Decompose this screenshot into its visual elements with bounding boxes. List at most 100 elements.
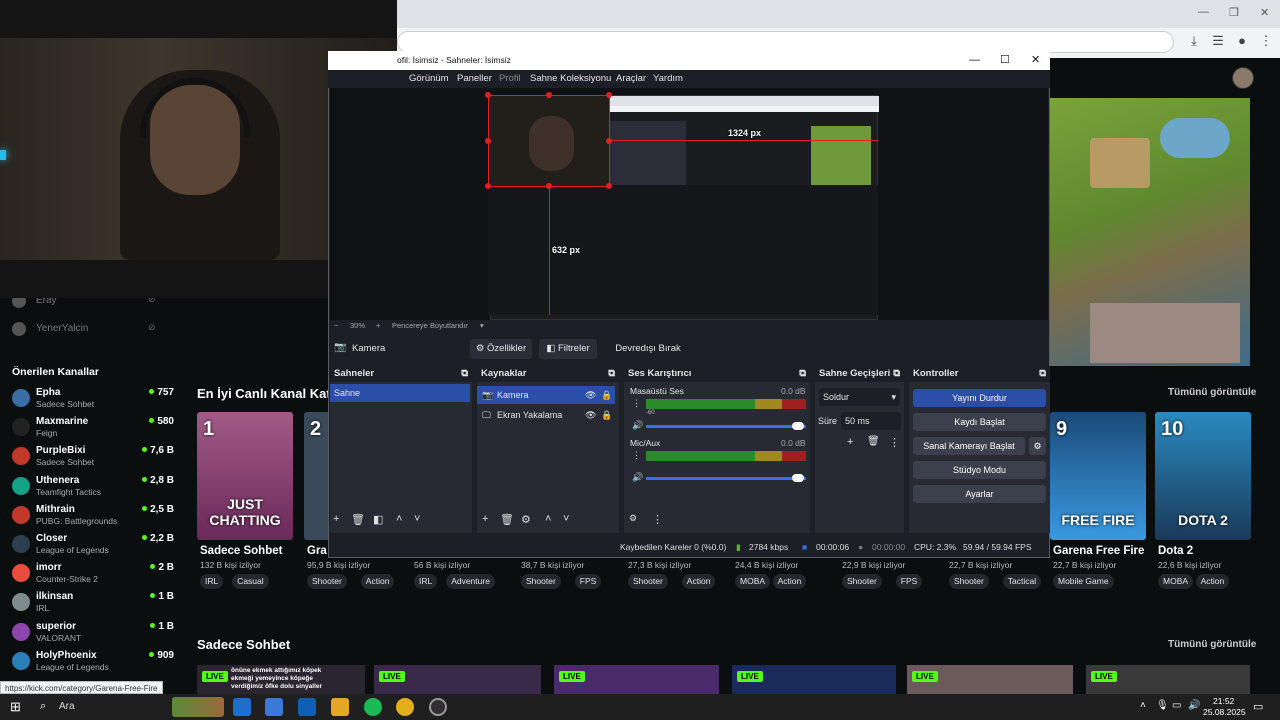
minimize-icon[interactable]: — xyxy=(969,51,980,70)
resize-handle[interactable] xyxy=(546,92,552,98)
menu-scene-collection[interactable]: Sahne Koleksiyonu xyxy=(530,70,611,88)
notification-icon[interactable]: ▭ xyxy=(1253,700,1263,713)
virtual-camera-button[interactable]: Sanal Kamerayı Başlat xyxy=(913,437,1025,455)
slider-handle[interactable] xyxy=(792,474,804,482)
menu-icon[interactable]: ⋮ xyxy=(632,398,641,409)
minimize-icon[interactable]: — xyxy=(1198,6,1209,18)
profile-icon[interactable]: ● xyxy=(1234,33,1250,49)
zoom-minus-icon[interactable]: − xyxy=(334,320,338,332)
speaker-icon[interactable]: 🔊 xyxy=(632,472,643,483)
selected-camera-source[interactable] xyxy=(485,92,612,189)
search-icon[interactable]: ⌕ xyxy=(40,700,46,713)
category-card[interactable]: 10 DOTA 2 xyxy=(1155,412,1251,540)
mic-icon[interactable]: 🎙 xyxy=(1156,700,1169,711)
category-tag[interactable]: Casual xyxy=(232,574,269,589)
live-stream-thumbnail[interactable]: LIVE xyxy=(374,665,541,694)
category-tag[interactable]: Shooter xyxy=(949,574,989,589)
category-card[interactable]: 1 JUST CHATTING xyxy=(197,412,293,540)
recommended-channel[interactable]: PurpleBixi Sadece Sohbet 7,6 B xyxy=(12,445,174,473)
undock-icon[interactable]: ⧉ xyxy=(608,366,615,382)
chrome-icon[interactable] xyxy=(396,698,414,716)
category-tag[interactable]: Mobile Game xyxy=(1053,574,1114,589)
undock-icon[interactable]: ⧉ xyxy=(1039,366,1046,382)
windows-start-icon[interactable]: ⊞ xyxy=(10,699,21,715)
lock-icon[interactable]: 🔒 xyxy=(601,406,612,424)
recommended-channel[interactable]: Maxmarine Feign 580 xyxy=(12,416,174,444)
category-card[interactable]: 9 FREE FIRE xyxy=(1050,412,1146,540)
chevron-down-icon[interactable]: ▾ xyxy=(480,320,484,332)
menu-help[interactable]: Yardım xyxy=(653,70,683,88)
stop-stream-button[interactable]: Yayını Durdur xyxy=(913,389,1046,407)
menu-icon[interactable]: ⋮ xyxy=(1258,33,1274,49)
chevron-down-icon[interactable]: ˅ xyxy=(414,513,420,525)
download-icon[interactable]: ⤓ xyxy=(1186,33,1202,49)
advanced-audio-icon[interactable]: ⚙ xyxy=(629,513,637,524)
taskbar-search[interactable]: Ara xyxy=(59,701,75,712)
resize-handle[interactable] xyxy=(606,138,612,144)
filter-icon[interactable]: ◧ xyxy=(373,513,383,526)
maximize-icon[interactable]: ☐ xyxy=(1000,51,1010,70)
category-tag[interactable]: IRL xyxy=(414,574,438,589)
category-tag[interactable]: Action xyxy=(772,574,807,589)
volume-slider[interactable] xyxy=(646,425,806,428)
volume-icon[interactable]: 🔊 xyxy=(1188,700,1200,711)
eye-icon[interactable]: 👁 xyxy=(585,386,596,404)
source-item[interactable]: 🖵 Ekran Yakalama 👁 🔒 xyxy=(477,406,615,424)
live-stream-thumbnail[interactable]: LIVE xyxy=(554,665,719,694)
media-icon[interactable]: ☰ xyxy=(1210,33,1226,49)
trash-icon[interactable]: 🗑 xyxy=(867,436,880,447)
start-recording-button[interactable]: Kaydı Başlat xyxy=(913,413,1046,431)
deactivate-button[interactable]: Devredışı Bırak xyxy=(603,339,693,359)
obs-preview[interactable]: 1324 px 632 px xyxy=(330,88,1048,320)
add-icon[interactable]: + xyxy=(333,513,339,525)
add-icon[interactable]: + xyxy=(482,513,488,525)
see-all-link[interactable]: Tümünü görüntüle xyxy=(1168,639,1256,650)
recommended-channel[interactable]: Closer League of Legends 2,2 B xyxy=(12,533,174,561)
slider-handle[interactable] xyxy=(792,422,804,430)
menu-icon[interactable]: ⋮ xyxy=(652,513,663,526)
category-tag[interactable]: Action xyxy=(681,574,716,589)
recommended-channel[interactable]: superior VALORANT 1 B xyxy=(12,621,174,649)
scene-item[interactable]: Sahne xyxy=(330,384,470,402)
category-tag[interactable]: Action xyxy=(360,574,395,589)
trash-icon[interactable]: 🗑 xyxy=(351,513,365,526)
recommended-channel[interactable]: Mithrain PUBG: Battlegrounds 2,5 B xyxy=(12,504,174,532)
undock-icon[interactable]: ⧉ xyxy=(799,366,806,382)
category-tag[interactable]: Tactical xyxy=(1002,574,1042,589)
studio-mode-button[interactable]: Stüdyo Modu xyxy=(913,461,1046,479)
chevron-up-icon[interactable]: ˄ xyxy=(396,513,402,525)
resize-handle[interactable] xyxy=(606,92,612,98)
user-avatar[interactable] xyxy=(1232,67,1254,89)
resize-handle[interactable] xyxy=(485,92,491,98)
category-title[interactable]: Dota 2 xyxy=(1158,545,1193,557)
undock-icon[interactable]: ⧉ xyxy=(893,366,900,382)
chevron-down-icon[interactable]: ˅ xyxy=(563,513,569,525)
edge-icon[interactable] xyxy=(233,698,251,716)
address-bar[interactable] xyxy=(397,31,1174,53)
zoom-fit-select[interactable]: Pencereye Boyutlandır xyxy=(392,320,468,332)
category-tag[interactable]: IRL xyxy=(200,574,224,589)
menu-icon[interactable]: ⋮ xyxy=(632,450,641,461)
network-icon[interactable]: ▭ xyxy=(1172,700,1181,711)
category-title[interactable]: Sadece Sohbet xyxy=(200,545,282,557)
menu-tools[interactable]: Araçlar xyxy=(616,70,646,88)
chevron-up-icon[interactable]: ˄ xyxy=(545,513,551,525)
category-tag[interactable]: MOBA xyxy=(1158,574,1194,589)
lock-icon[interactable]: 🔒 xyxy=(601,386,612,404)
live-stream-thumbnail[interactable]: LIVE xyxy=(907,665,1073,694)
menu-icon[interactable]: ⋮ xyxy=(889,436,900,449)
obs-taskbar-icon[interactable] xyxy=(429,698,447,716)
category-tag[interactable]: FPS xyxy=(574,574,602,589)
file-explorer-icon[interactable] xyxy=(331,698,349,716)
gear-icon[interactable]: ⚙ xyxy=(521,513,531,526)
live-stream-thumbnail[interactable]: LIVE önüne ekmek attığımız köpek ekmeği y… xyxy=(197,665,365,694)
category-tag[interactable]: Shooter xyxy=(307,574,347,589)
volume-slider[interactable] xyxy=(646,477,806,480)
menu-docks[interactable]: Paneller xyxy=(457,70,492,88)
recommended-channel[interactable]: ilkinsan IRL 1 B xyxy=(12,591,174,619)
virtual-camera-settings-button[interactable]: ⚙ xyxy=(1029,437,1046,455)
close-icon[interactable]: ✕ xyxy=(1260,6,1269,19)
followed-channel[interactable]: YenerYalcin ⊘ xyxy=(12,322,162,336)
eye-icon[interactable]: 👁 xyxy=(585,406,596,424)
see-all-link[interactable]: Tümünü görüntüle xyxy=(1168,387,1256,398)
